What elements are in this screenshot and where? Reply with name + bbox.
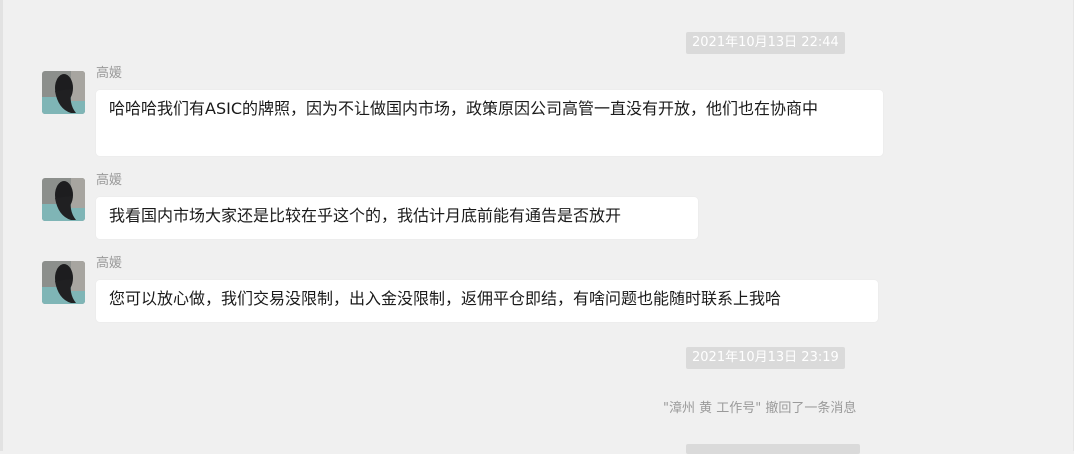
timestamp: 2021年10月13日 23:19 [686,347,845,369]
message-bubble[interactable]: 您可以放心做，我们交易没限制，出入金没限制，返佣平仓即结，有啥问题也能随时联系上… [96,280,878,322]
sender-name: 高媛 [96,173,123,188]
left-edge-border [0,0,3,451]
recall-notice: "漳州 黄 工作号" 撤回了一条消息 [663,401,857,416]
message-bubble[interactable]: 我看国内市场大家还是比较在乎这个的，我估计月底前能有通告是否放开 [96,197,698,239]
timestamp-partial [686,444,860,454]
timestamp: 2021年10月13日 22:44 [686,32,845,54]
avatar-photo-icon [42,261,85,304]
avatar[interactable] [42,178,85,221]
message-bubble[interactable]: 哈哈哈我们有ASIC的牌照，因为不让做国内市场，政策原因公司高管一直没有开放，他… [96,90,883,156]
sender-name: 高媛 [96,66,123,81]
avatar[interactable] [42,71,85,114]
sender-name: 高媛 [96,256,123,271]
avatar-photo-icon [42,178,85,221]
avatar-photo-icon [42,71,85,114]
avatar[interactable] [42,261,85,304]
